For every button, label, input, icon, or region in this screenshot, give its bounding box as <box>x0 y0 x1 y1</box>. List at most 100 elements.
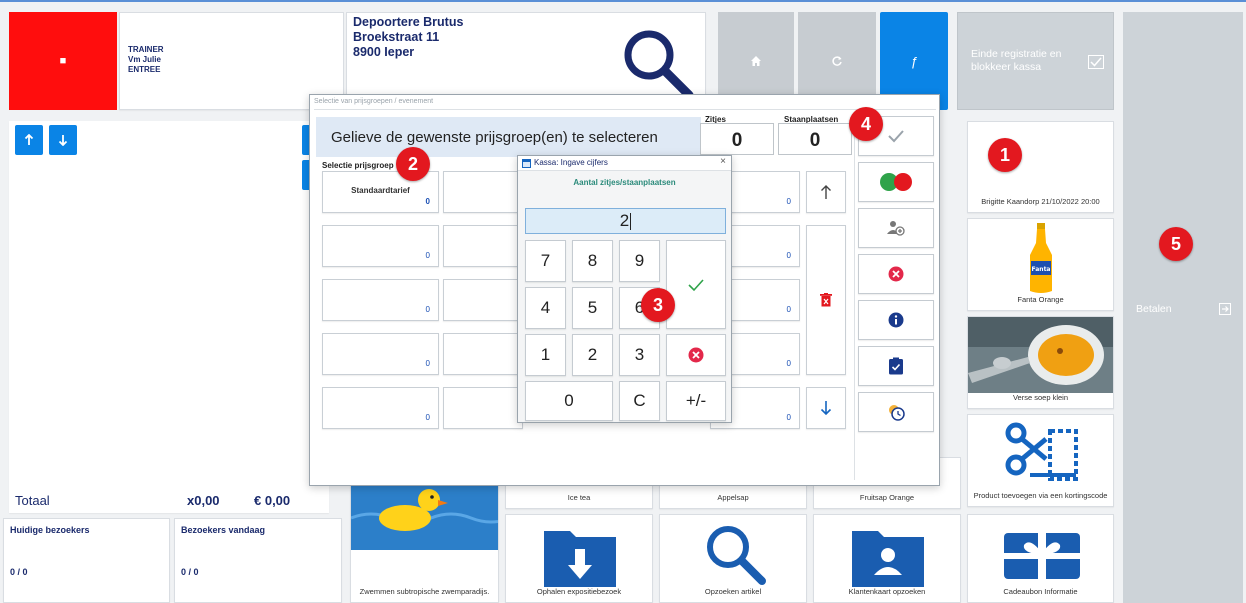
sign-key[interactable]: +/- <box>666 381 726 421</box>
cancel-icon <box>888 266 904 282</box>
clear-entry-key[interactable] <box>666 334 726 376</box>
cancel-button[interactable] <box>858 254 934 294</box>
key-0[interactable]: 0 <box>525 381 613 421</box>
check-icon <box>688 278 704 291</box>
key-2[interactable]: 2 <box>572 334 613 376</box>
product-label: Fruitsap Orange <box>859 493 915 502</box>
info-icon <box>888 312 904 328</box>
customer-city: 8900 Ieper <box>353 45 415 59</box>
product-label: Product toevoegen via een kortingscode <box>973 491 1108 500</box>
price-group-cell[interactable]: 0 <box>322 333 439 375</box>
numpad-dialog: Kassa: Ingave cijfers × Aantal zitjes/st… <box>517 155 732 423</box>
product-tile[interactable]: Opzoeken artikel <box>659 514 807 603</box>
today-visitors: Bezoekers vandaag 0 / 0 <box>174 518 342 603</box>
clipboard-check-button[interactable] <box>858 346 934 386</box>
key-5[interactable]: 5 <box>572 287 613 329</box>
scroll-down-button[interactable] <box>806 387 846 429</box>
price-group-cell[interactable] <box>443 333 523 375</box>
product-tile[interactable]: Cadeaubon Informatie <box>967 514 1114 603</box>
product-label: Appelsap <box>717 493 749 502</box>
numpad-title: Kassa: Ingave cijfers <box>534 158 608 167</box>
product-label: Ice tea <box>567 493 591 502</box>
count: 0 <box>786 413 791 422</box>
pay-arrow-icon <box>1219 303 1231 315</box>
scroll-up-button[interactable] <box>15 125 43 155</box>
price-group-cell[interactable]: 0 <box>322 387 439 429</box>
scroll-up-button[interactable] <box>806 171 846 213</box>
product-tile[interactable]: Ophalen expositiebezoek <box>505 514 653 603</box>
product-tile[interactable]: Verse soep klein <box>967 316 1114 409</box>
end-registration-button[interactable]: Einde registratie en blokkeer kassa <box>957 12 1114 110</box>
refresh-icon <box>832 56 842 66</box>
arrow-up-icon <box>821 185 831 199</box>
zitjes-value: 0 <box>700 123 774 155</box>
scroll-down-button[interactable] <box>49 125 77 155</box>
product-tile[interactable]: Fanta Fanta Orange <box>967 218 1114 311</box>
add-person-icon <box>887 221 905 236</box>
search-article-icon <box>707 526 766 585</box>
arrow-up-icon <box>24 134 34 145</box>
price-group-cell[interactable] <box>443 225 523 267</box>
numpad-value: 2 <box>619 211 630 230</box>
divider <box>854 115 855 480</box>
delete-button[interactable] <box>806 225 846 375</box>
key-3[interactable]: 3 <box>619 334 660 376</box>
standard-tariff-label: Standaardtarief <box>351 186 410 195</box>
key-1[interactable]: 1 <box>525 334 566 376</box>
close-icon[interactable]: × <box>720 156 726 167</box>
pay-button[interactable]: Betalen <box>1123 12 1243 603</box>
price-group-cell[interactable]: 0 <box>322 279 439 321</box>
function-icon: ƒ <box>910 53 918 69</box>
timer-button[interactable] <box>858 392 934 432</box>
customer-name: Depoortere Brutus <box>353 15 464 29</box>
product-label: Cadeaubon Informatie <box>1003 587 1078 596</box>
product-label: Opzoeken artikel <box>704 587 762 596</box>
count: 0 <box>425 413 430 422</box>
callout-badge: 3 <box>641 288 675 322</box>
product-tile[interactable]: Product toevoegen via een kortingscode <box>967 414 1114 507</box>
order-list: Totaal x0,00 € 0,00 <box>9 121 329 513</box>
check-icon <box>888 130 904 143</box>
product-tile[interactable]: Brigitte Kaandorp 21/10/2022 20:00 <box>967 121 1114 213</box>
product-tile[interactable]: Klantenkaart opzoeken <box>813 514 961 603</box>
trainer-label: TRAINER <box>128 45 164 54</box>
pay-label: Betalen <box>1136 303 1172 315</box>
product-label: Fanta Orange <box>1017 295 1064 304</box>
soup-image <box>968 317 1113 393</box>
checkbox-icon[interactable] <box>1088 55 1104 69</box>
add-person-button[interactable] <box>858 208 934 248</box>
price-group-cell[interactable] <box>443 279 523 321</box>
product-label: Ophalen expositiebezoek <box>536 587 622 596</box>
search-customer-icon[interactable] <box>619 25 699 105</box>
product-label: Verse soep klein <box>1012 393 1069 402</box>
text-cursor <box>630 212 632 230</box>
today-visitors-label: Bezoekers vandaag <box>181 525 266 535</box>
count: 0 <box>786 359 791 368</box>
key-8[interactable]: 8 <box>572 240 613 282</box>
key-9[interactable]: 9 <box>619 240 660 282</box>
current-visitors-label: Huidige bezoekers <box>10 525 90 535</box>
product-label: Klantenkaart opzoeken <box>848 587 926 596</box>
callout-badge: 1 <box>988 138 1022 172</box>
customer-card-icon <box>852 531 924 587</box>
instruction-banner: Gelieve de gewenste prijsgroep(en) te se… <box>316 117 701 157</box>
clear-key[interactable]: C <box>619 381 660 421</box>
key-7[interactable]: 7 <box>525 240 566 282</box>
price-group-cell[interactable] <box>443 387 523 429</box>
arrow-down-icon <box>58 135 68 146</box>
info-button[interactable] <box>858 300 934 340</box>
key-4[interactable]: 4 <box>525 287 566 329</box>
numpad-display[interactable]: 2 <box>525 208 726 234</box>
traffic-light-button[interactable] <box>858 162 934 202</box>
entry-label: ENTREE <box>128 65 161 74</box>
count: 0 <box>786 305 791 314</box>
ok-key[interactable] <box>666 240 726 329</box>
price-group-cell[interactable]: 0 <box>322 225 439 267</box>
window-icon <box>522 159 531 168</box>
numpad-subtitle: Aantal zitjes/staanplaatsen <box>573 178 676 187</box>
stop-button[interactable]: ■ <box>9 12 117 110</box>
fanta-bottle-icon: Fanta <box>1030 223 1052 293</box>
total-amount: € 0,00 <box>254 493 291 508</box>
price-group-cell[interactable] <box>443 171 523 213</box>
callout-badge: 4 <box>849 107 883 141</box>
